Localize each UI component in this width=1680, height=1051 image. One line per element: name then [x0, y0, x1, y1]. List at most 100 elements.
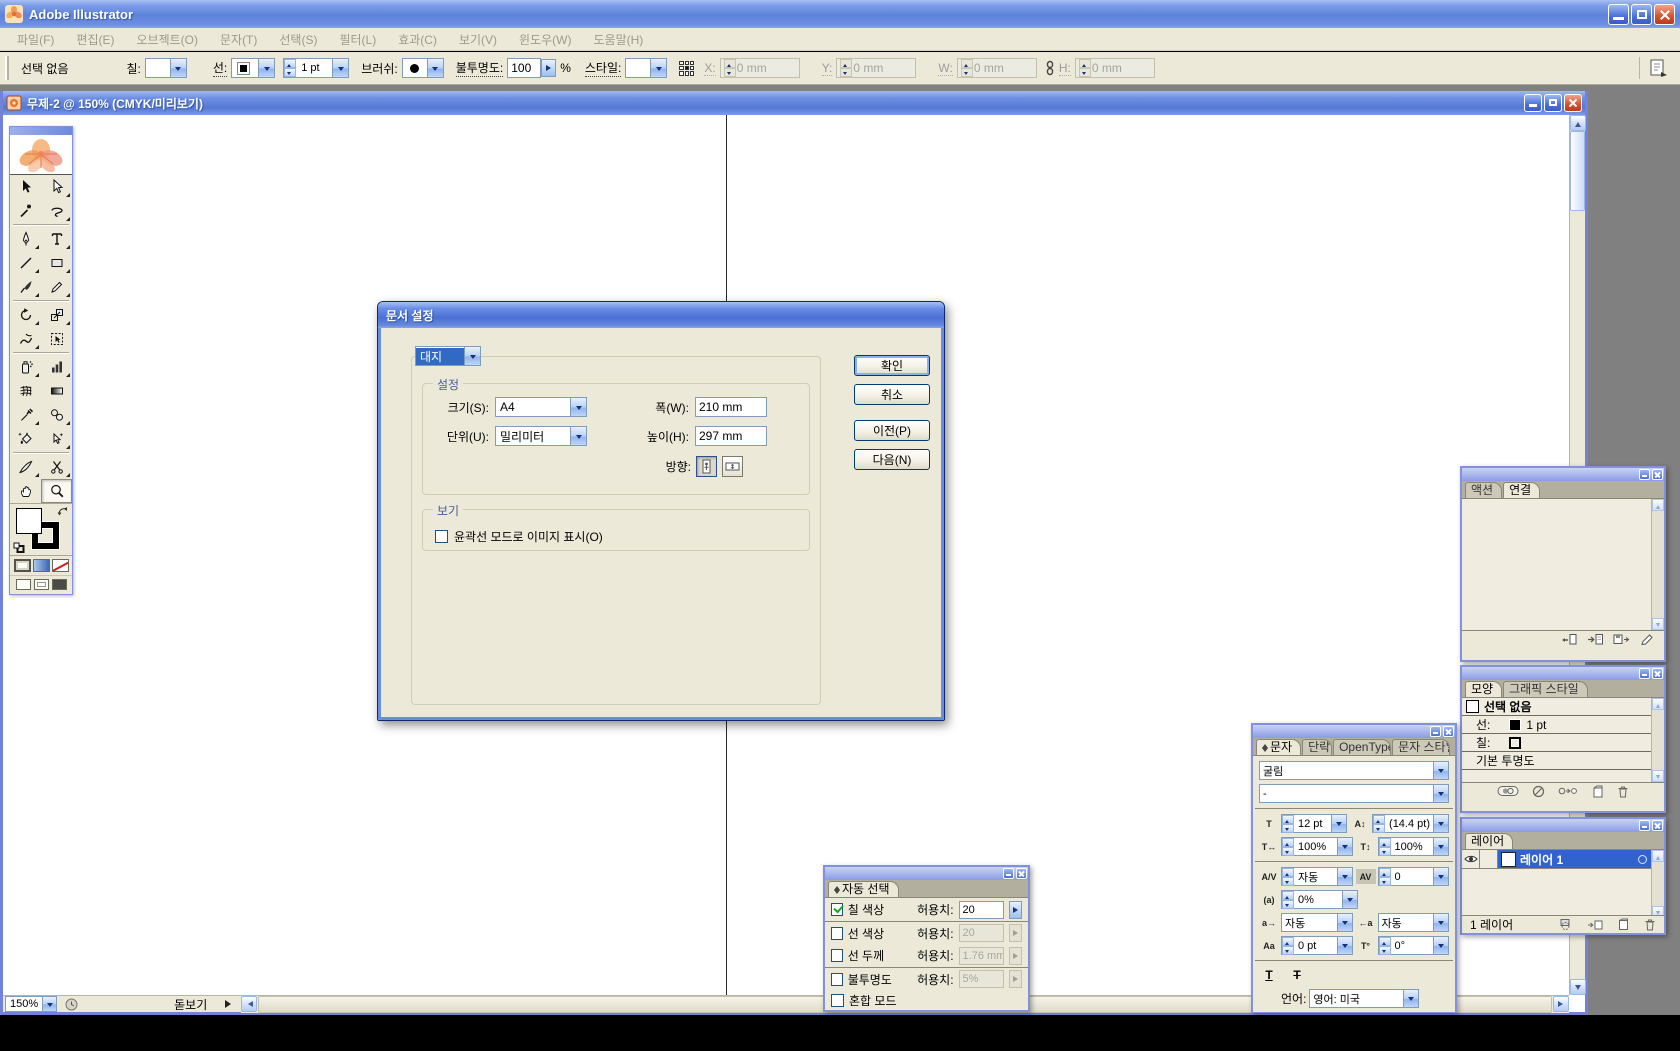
tracking-combo[interactable]: 0	[1378, 867, 1450, 886]
appearance-row-transparency[interactable]: 기본 투명도	[1462, 752, 1651, 770]
restore-button[interactable]	[1631, 4, 1652, 25]
column-graph-tool[interactable]	[41, 355, 72, 379]
menu-filter[interactable]: 필터(L)	[328, 31, 387, 48]
ok-button[interactable]: 확인	[854, 355, 930, 376]
stepper-icon[interactable]	[1282, 815, 1294, 833]
w-field[interactable]: 0 mm	[957, 58, 1037, 78]
reduce-to-basic-appearance-icon[interactable]	[1558, 785, 1578, 797]
make-clipping-mask-icon[interactable]	[1558, 918, 1573, 931]
appearance-row-fill[interactable]: 칠:	[1462, 734, 1651, 752]
tab-character-styles[interactable]: 문자 스타일	[1392, 739, 1450, 755]
menu-select[interactable]: 선택(S)	[268, 31, 328, 48]
stepper-icon[interactable]	[284, 59, 296, 77]
new-art-maintains-appearance-icon[interactable]	[1497, 785, 1519, 797]
h-field[interactable]: 0 mm	[1075, 58, 1155, 78]
line-segment-tool[interactable]	[10, 251, 41, 275]
tsume-combo[interactable]: 0%	[1281, 890, 1358, 909]
opacity-checkbox[interactable]	[831, 973, 843, 986]
doc-minimize-button[interactable]	[1524, 94, 1542, 112]
stroke-weight-checkbox[interactable]	[831, 949, 843, 962]
opacity-label[interactable]: 불투명도:	[456, 59, 504, 77]
create-sublayer-icon[interactable]	[1587, 918, 1603, 931]
menu-object[interactable]: 오브젝트(O)	[125, 31, 209, 48]
links-list[interactable]	[1462, 499, 1664, 630]
go-to-link-icon[interactable]	[1587, 633, 1604, 646]
doc-close-button[interactable]	[1564, 94, 1582, 112]
slice-tool[interactable]	[10, 455, 41, 479]
menu-edit[interactable]: 편집(E)	[65, 31, 125, 48]
palette-titlebar[interactable]	[1462, 819, 1664, 832]
baseline-shift-combo[interactable]: 0 pt	[1281, 936, 1353, 955]
pen-tool[interactable]	[10, 227, 41, 251]
outline-mode-checkbox[interactable]	[435, 530, 448, 543]
cancel-button[interactable]: 취소	[854, 384, 930, 405]
tolerance-slider-button[interactable]	[1009, 901, 1022, 919]
tab-graphic-styles[interactable]: 그래픽 스타일	[1503, 681, 1588, 697]
swap-fill-stroke-icon[interactable]	[57, 506, 69, 517]
stroke-label[interactable]: 선:	[213, 59, 227, 77]
controlbar-grip[interactable]	[5, 56, 9, 80]
tab-paragraph[interactable]: 단락	[1302, 739, 1332, 755]
strikethrough-button[interactable]: T	[1287, 966, 1307, 983]
blend-tool[interactable]	[41, 403, 72, 427]
language-dropdown[interactable]: 영어: 미국	[1309, 989, 1419, 1008]
standard-screen-mode-button[interactable]	[16, 579, 31, 590]
menu-effect[interactable]: 효과(C)	[387, 31, 448, 48]
stepper-icon[interactable]	[1379, 868, 1391, 886]
stroke-color-checkbox[interactable]	[831, 927, 843, 940]
stepper-icon[interactable]	[1282, 868, 1294, 886]
stepper-icon[interactable]	[1379, 838, 1391, 856]
relink-icon[interactable]	[1561, 633, 1578, 646]
style-dropdown[interactable]	[625, 58, 667, 78]
tab-layers[interactable]: 레이어	[1465, 833, 1513, 849]
kerning-combo[interactable]: 자동	[1281, 867, 1353, 886]
leading-combo[interactable]: (14.4 pt)	[1372, 814, 1449, 833]
scroll-up-button[interactable]	[1652, 850, 1664, 862]
rectangle-tool[interactable]	[41, 251, 72, 275]
live-paint-bucket-tool[interactable]	[10, 427, 41, 451]
horizontal-scale-combo[interactable]: 100%	[1281, 837, 1353, 856]
fill-tolerance-field[interactable]: 20	[959, 901, 1004, 919]
fill-color-dropdown[interactable]	[145, 58, 187, 78]
document-titlebar[interactable]: 무제-2 @ 150% (CMYK/미리보기)	[3, 91, 1585, 115]
palette-titlebar[interactable]	[1253, 725, 1455, 738]
palette-close-button[interactable]	[1652, 668, 1663, 679]
link-dimensions-icon[interactable]	[1045, 60, 1055, 76]
mesh-tool[interactable]	[10, 379, 41, 403]
scroll-right-button[interactable]	[1553, 996, 1569, 1012]
type-tool[interactable]	[41, 227, 72, 251]
palette-titlebar[interactable]	[1462, 667, 1664, 680]
opacity-field[interactable]: 100	[507, 58, 541, 78]
previous-button[interactable]: 이전(P)	[854, 420, 930, 441]
layer-target-icon[interactable]	[1638, 855, 1647, 864]
palette-scrollbar[interactable]	[1651, 499, 1664, 630]
selection-tool[interactable]	[10, 175, 41, 199]
palette-titlebar[interactable]	[825, 867, 1028, 880]
opacity-slider-button[interactable]	[541, 59, 556, 77]
symbol-sprayer-tool[interactable]	[10, 355, 41, 379]
direct-selection-tool[interactable]	[41, 175, 72, 199]
minimize-button[interactable]	[1608, 4, 1629, 25]
tab-magic-wand[interactable]: 자동 선택	[828, 881, 899, 897]
none-button[interactable]	[52, 559, 69, 572]
warp-tool[interactable]	[10, 327, 41, 351]
stepper-icon[interactable]	[1282, 891, 1294, 909]
width-field[interactable]: 210 mm	[695, 397, 767, 417]
portrait-orientation-button[interactable]	[696, 456, 717, 477]
scroll-up-button[interactable]	[1570, 115, 1586, 131]
tab-actions[interactable]: 액션	[1465, 482, 1502, 498]
scroll-up-button[interactable]	[1652, 499, 1664, 511]
menu-window[interactable]: 윈도우(W)	[508, 31, 582, 48]
stepper-icon[interactable]	[1373, 815, 1385, 833]
pencil-tool[interactable]	[41, 275, 72, 299]
current-tool-status[interactable]: 돋보기	[174, 996, 207, 1013]
brush-dropdown[interactable]	[402, 58, 444, 78]
stroke-color-dropdown[interactable]	[231, 58, 275, 78]
palette-close-button[interactable]	[1652, 469, 1663, 480]
next-button[interactable]: 다음(N)	[854, 449, 930, 470]
menu-type[interactable]: 문자(T)	[209, 31, 268, 48]
fill-color-checkbox[interactable]	[831, 903, 843, 916]
new-layer-icon[interactable]	[1617, 918, 1630, 931]
layer-lock-toggle[interactable]	[1480, 850, 1498, 868]
toolbox-drag-handle[interactable]	[10, 127, 72, 135]
